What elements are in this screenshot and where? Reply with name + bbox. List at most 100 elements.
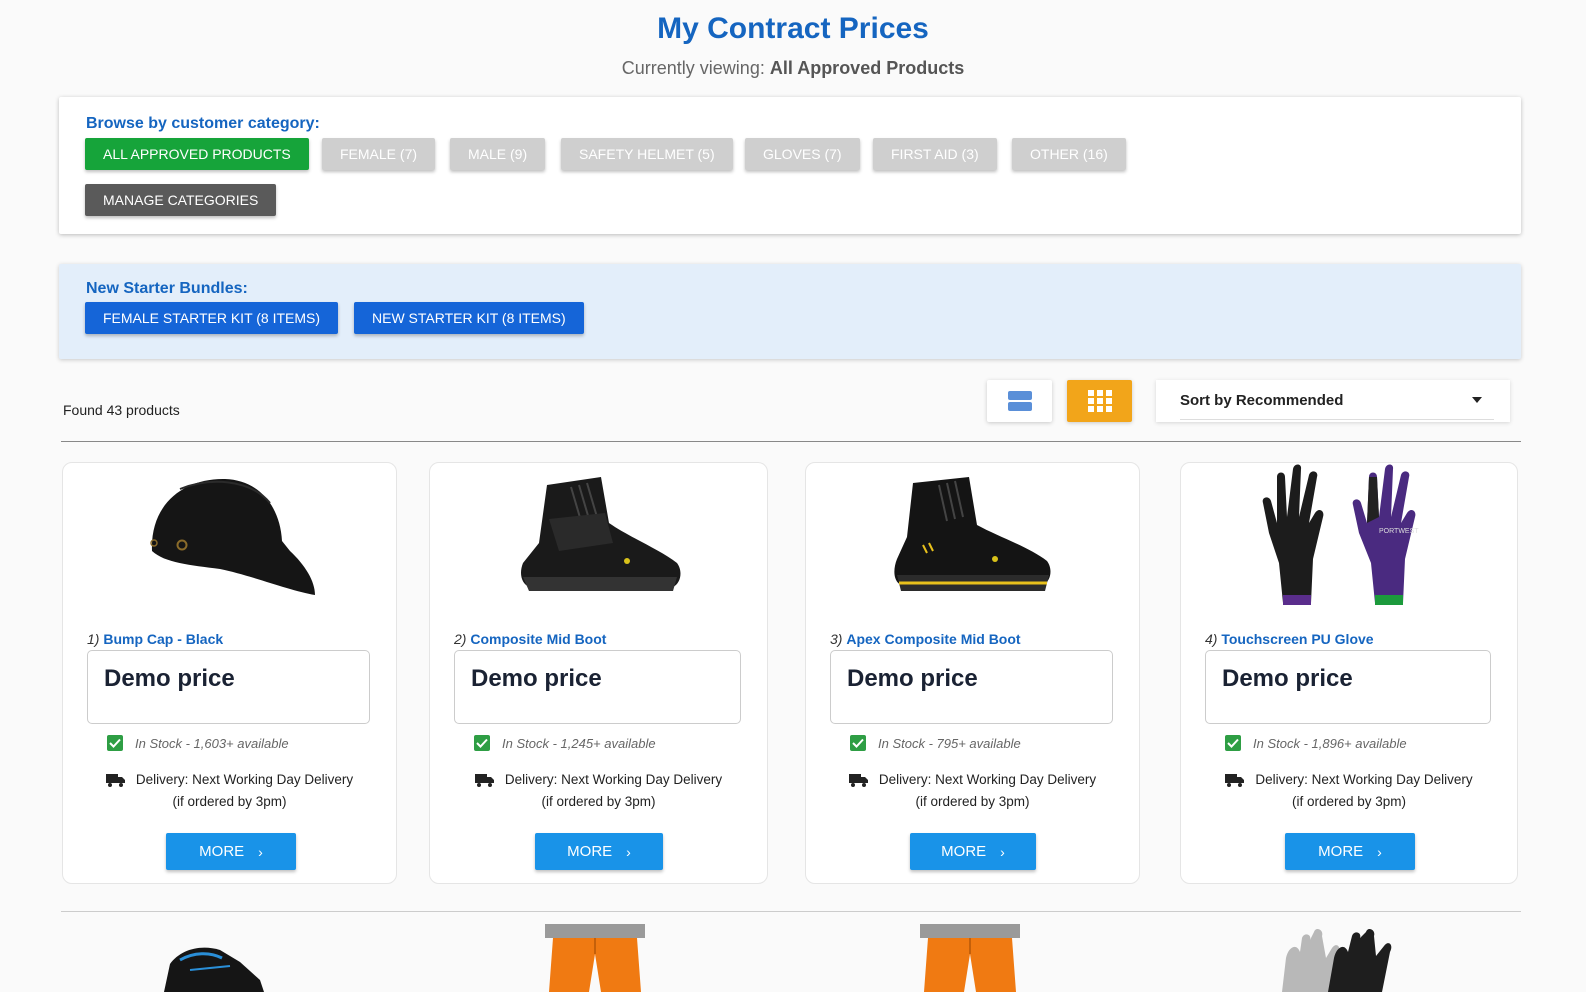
product-title: 2) Composite Mid Boot xyxy=(454,631,606,647)
stock-status: In Stock - 795+ available xyxy=(850,735,1021,751)
chevron-right-icon: › xyxy=(258,843,263,860)
delivery-info: Delivery: Next Working Day Delivery (if … xyxy=(830,769,1115,813)
product-image[interactable] xyxy=(63,463,396,613)
product-number: 2) xyxy=(454,631,467,647)
truck-icon xyxy=(848,774,868,788)
product-title: 3) Apex Composite Mid Boot xyxy=(830,631,1021,647)
product-card: 1) Bump Cap - Black Demo price In Stock … xyxy=(62,462,397,884)
delivery-line2: (if ordered by 3pm) xyxy=(915,794,1030,809)
grid-view-icon xyxy=(1087,390,1112,412)
delivery-line2: (if ordered by 3pm) xyxy=(1291,794,1407,809)
check-icon xyxy=(1225,735,1241,751)
delivery-info: Delivery: Next Working Day Delivery (if … xyxy=(454,769,743,813)
sort-label: Sort by Recommended xyxy=(1180,392,1344,409)
category-label: Browse by customer category: xyxy=(86,115,320,132)
product-number: 4) xyxy=(1205,631,1218,647)
category-gloves-button[interactable]: GLOVES (7) xyxy=(745,138,860,170)
truck-icon xyxy=(105,774,125,788)
boot-image xyxy=(520,477,680,591)
chevron-right-icon: › xyxy=(626,843,631,860)
list-view-button[interactable] xyxy=(987,380,1052,422)
female-starter-kit-button[interactable]: FEMALE STARTER KIT (8 ITEMS) xyxy=(85,302,339,334)
price-box: Demo price xyxy=(830,650,1113,724)
stock-status: In Stock - 1,245+ available xyxy=(474,735,656,751)
delivery-line1: Delivery: Next Working Day Delivery xyxy=(504,772,723,787)
product-name-link[interactable]: Touchscreen PU Glove xyxy=(1221,631,1373,647)
more-button[interactable]: MORE › xyxy=(1285,833,1415,870)
stock-text: In Stock - 795+ available xyxy=(878,735,1021,751)
sort-underline xyxy=(1180,419,1494,420)
product-number: 1) xyxy=(87,631,100,647)
trousers-image xyxy=(545,924,645,992)
divider xyxy=(61,441,1521,442)
category-other-button[interactable]: OTHER (16) xyxy=(1012,138,1126,170)
price-box: Demo price xyxy=(1205,650,1491,724)
category-female-button[interactable]: FEMALE (7) xyxy=(322,138,436,170)
shoe-image xyxy=(164,947,264,992)
product-image[interactable] xyxy=(806,463,1139,613)
product-number: 3) xyxy=(830,631,843,647)
check-icon xyxy=(850,735,866,751)
category-safety-helmet-button[interactable]: SAFETY HELMET (5) xyxy=(561,138,733,170)
category-male-button[interactable]: MALE (9) xyxy=(450,138,546,170)
bump-cap-image xyxy=(149,478,315,595)
list-view-icon xyxy=(1007,391,1032,411)
stock-status: In Stock - 1,896+ available xyxy=(1225,735,1407,751)
sort-dropdown[interactable]: Sort by Recommended xyxy=(1156,380,1510,422)
price-text: Demo price xyxy=(1222,665,1353,692)
product-title: 4) Touchscreen PU Glove xyxy=(1205,631,1374,647)
more-label: MORE xyxy=(1318,843,1364,860)
boot-image xyxy=(893,477,1050,591)
stock-text: In Stock - 1,603+ available xyxy=(135,735,289,751)
trousers-image xyxy=(920,924,1020,992)
price-text: Demo price xyxy=(471,665,602,692)
delivery-info: Delivery: Next Working Day Delivery (if … xyxy=(87,769,372,813)
chevron-down-icon xyxy=(1472,397,1482,403)
svg-text:PORTWEST: PORTWEST xyxy=(1379,528,1419,535)
glove-image xyxy=(1282,929,1392,992)
delivery-info: Delivery: Next Working Day Delivery (if … xyxy=(1205,769,1493,813)
product-name-link[interactable]: Composite Mid Boot xyxy=(470,631,606,647)
product-card: 2) Composite Mid Boot Demo price In Stoc… xyxy=(429,462,768,884)
check-icon xyxy=(107,735,123,751)
check-icon xyxy=(474,735,490,751)
manage-categories-button[interactable]: MANAGE CATEGORIES xyxy=(85,184,277,216)
glove-image: PORTWEST xyxy=(1262,464,1419,605)
chevron-right-icon: › xyxy=(1000,843,1005,860)
product-card: 3) Apex Composite Mid Boot Demo price In… xyxy=(805,462,1140,884)
price-box: Demo price xyxy=(87,650,370,724)
stock-text: In Stock - 1,896+ available xyxy=(1253,735,1407,751)
product-image[interactable]: PORTWEST xyxy=(1181,463,1517,613)
stock-text: In Stock - 1,245+ available xyxy=(502,735,656,751)
new-starter-kit-button[interactable]: NEW STARTER KIT (8 ITEMS) xyxy=(354,302,584,334)
subtitle-value: All Approved Products xyxy=(769,58,965,78)
chevron-right-icon: › xyxy=(1377,843,1382,860)
more-button[interactable]: MORE › xyxy=(535,833,663,870)
delivery-line1: Delivery: Next Working Day Delivery xyxy=(1255,772,1473,787)
page-subtitle: Currently viewing: All Approved Products xyxy=(0,58,1586,79)
grid-view-button[interactable] xyxy=(1067,380,1132,422)
price-text: Demo price xyxy=(847,665,978,692)
category-panel: Browse by customer category: ALL APPROVE… xyxy=(59,97,1521,234)
more-label: MORE xyxy=(567,843,613,860)
divider xyxy=(61,911,1521,912)
delivery-line1: Delivery: Next Working Day Delivery xyxy=(135,772,354,787)
page-title: My Contract Prices xyxy=(657,12,929,45)
bundles-label: New Starter Bundles: xyxy=(86,280,248,297)
category-first-aid-button[interactable]: FIRST AID (3) xyxy=(873,138,997,170)
category-all-approved-button[interactable]: ALL APPROVED PRODUCTS xyxy=(85,138,309,170)
product-name-link[interactable]: Apex Composite Mid Boot xyxy=(846,631,1020,647)
delivery-line2: (if ordered by 3pm) xyxy=(541,794,656,809)
price-text: Demo price xyxy=(104,665,235,692)
delivery-line2: (if ordered by 3pm) xyxy=(172,794,287,809)
product-image[interactable] xyxy=(430,463,767,613)
product-name-link[interactable]: Bump Cap - Black xyxy=(103,631,223,647)
truck-icon xyxy=(474,774,494,788)
more-button[interactable]: MORE › xyxy=(910,833,1036,870)
product-card: PORTWEST 4) Touchscreen PU Glove Demo pr… xyxy=(1180,462,1518,884)
more-button[interactable]: MORE › xyxy=(166,833,296,870)
found-count: Found 43 products xyxy=(63,402,180,418)
product-title: 1) Bump Cap - Black xyxy=(87,631,223,647)
subtitle-prefix: Currently viewing: xyxy=(621,58,765,78)
price-box: Demo price xyxy=(454,650,741,724)
